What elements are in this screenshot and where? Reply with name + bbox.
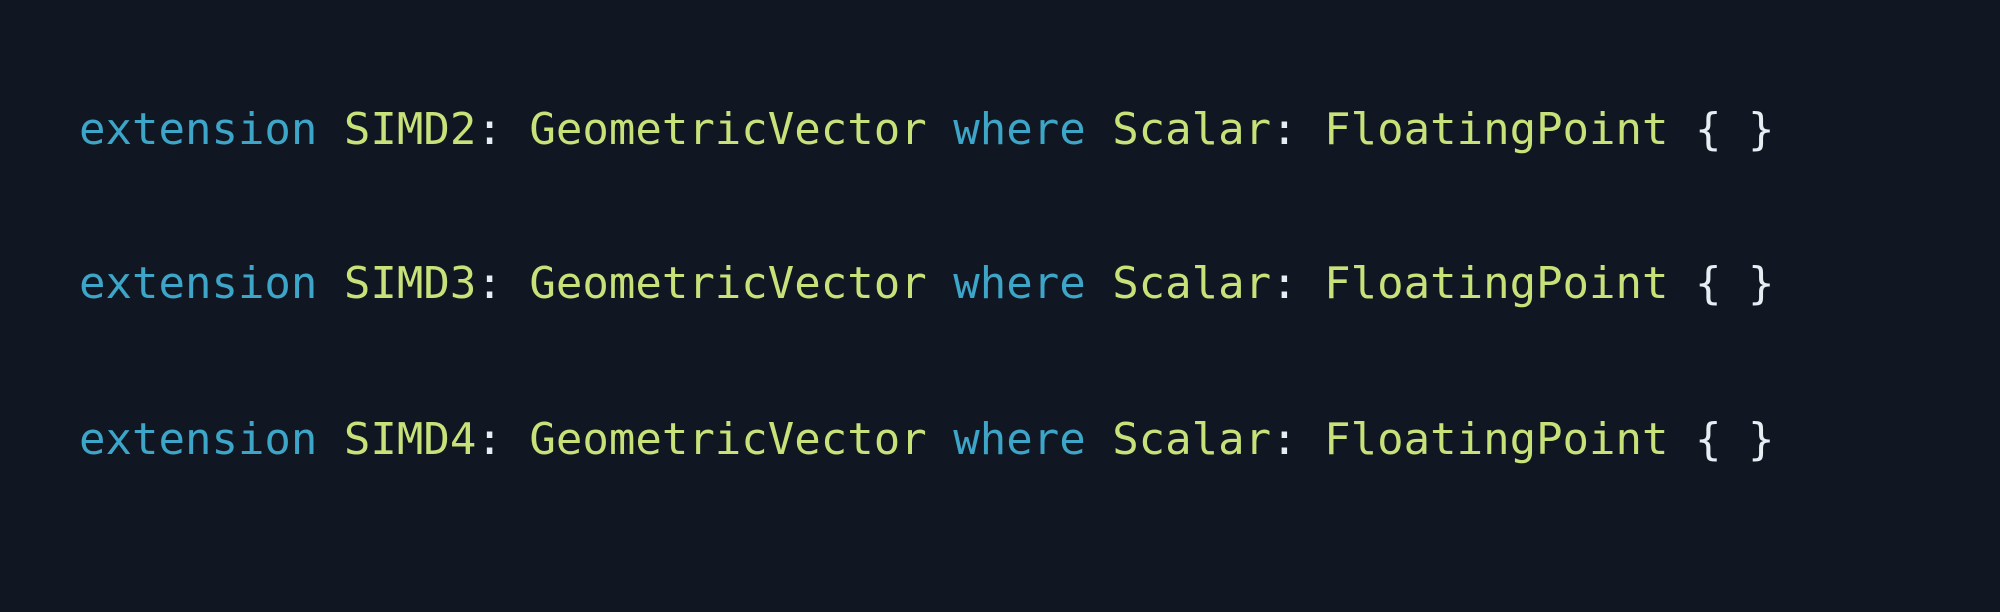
colon: : xyxy=(476,414,503,465)
constraint-name: Scalar xyxy=(1112,104,1272,155)
type-name: SIMD3 xyxy=(343,258,477,309)
code-line-simd3: extension SIMD3: GeometricVector where S… xyxy=(79,262,1775,306)
code-line-simd2: extension SIMD2: GeometricVector where S… xyxy=(79,108,1775,152)
empty-braces: { } xyxy=(1695,414,1775,465)
type-name: SIMD2 xyxy=(343,104,477,155)
code-slide: extension SIMD2: GeometricVector where S… xyxy=(0,0,2000,612)
constraint-name: Scalar xyxy=(1112,258,1272,309)
keyword-extension: extension xyxy=(79,258,318,309)
protocol-name: GeometricVector xyxy=(529,258,927,309)
constraint-type: FloatingPoint xyxy=(1324,414,1669,465)
keyword-where: where xyxy=(953,414,1086,465)
colon: : xyxy=(476,258,503,309)
keyword-extension: extension xyxy=(79,104,318,155)
keyword-where: where xyxy=(953,104,1086,155)
code-line-simd4: extension SIMD4: GeometricVector where S… xyxy=(79,418,1775,462)
constraint-type: FloatingPoint xyxy=(1324,258,1669,309)
colon: : xyxy=(1271,104,1298,155)
constraint-name: Scalar xyxy=(1112,414,1272,465)
colon: : xyxy=(1271,414,1298,465)
colon: : xyxy=(1271,258,1298,309)
colon: : xyxy=(476,104,503,155)
keyword-extension: extension xyxy=(79,414,318,465)
empty-braces: { } xyxy=(1695,104,1775,155)
keyword-where: where xyxy=(953,258,1086,309)
empty-braces: { } xyxy=(1695,258,1775,309)
protocol-name: GeometricVector xyxy=(529,414,927,465)
protocol-name: GeometricVector xyxy=(529,104,927,155)
type-name: SIMD4 xyxy=(343,414,477,465)
constraint-type: FloatingPoint xyxy=(1324,104,1669,155)
